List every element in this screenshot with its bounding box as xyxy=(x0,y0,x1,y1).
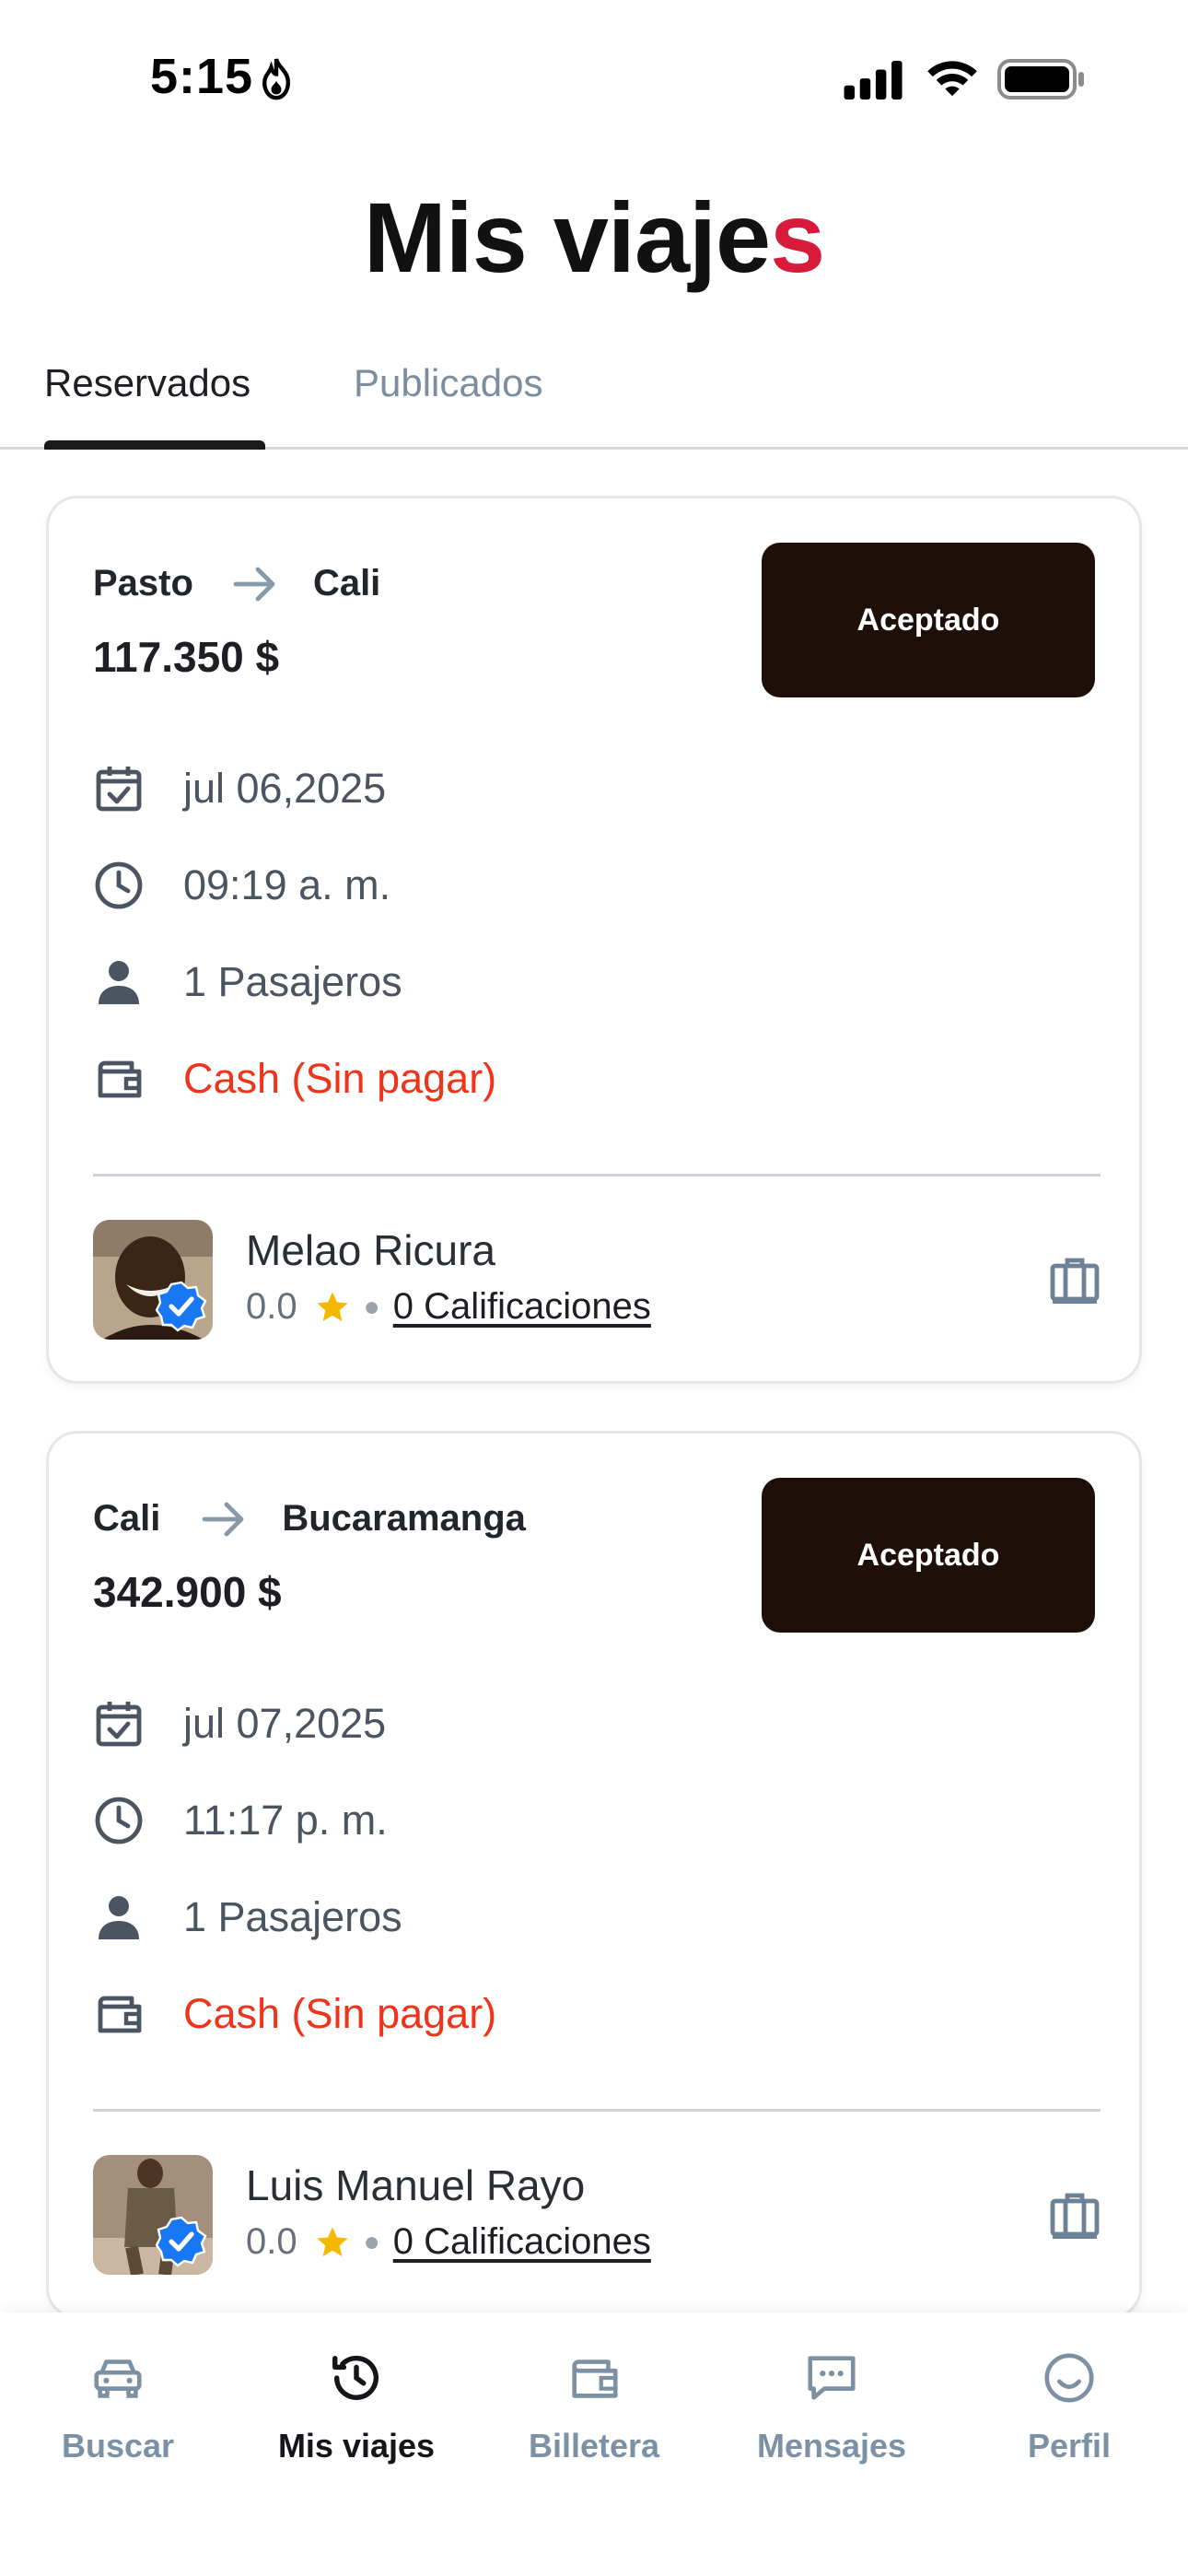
trip-passengers: 1 Pasajeros xyxy=(183,1893,402,1940)
trip-time: 11:17 p. m. xyxy=(183,1797,388,1844)
trip-payment-status: Cash (Sin pagar) xyxy=(183,1990,497,2037)
calendar-check-icon xyxy=(96,767,142,812)
nav-label: Mis viajes xyxy=(277,2427,436,2465)
divider xyxy=(93,1174,1101,1177)
trip-origin: Cali xyxy=(93,1498,161,1539)
trip-card[interactable]: Cali Bucaramanga 342.900 $ Aceptado jul … xyxy=(46,1431,1142,2319)
status-bar: 5:15 xyxy=(0,0,1188,157)
person-icon xyxy=(99,1896,139,1939)
clock-icon xyxy=(95,1797,143,1844)
wallet-icon xyxy=(98,1996,142,2033)
cellular-signal-icon xyxy=(844,61,903,100)
person-icon xyxy=(99,961,139,1004)
trip-payment-status: Cash (Sin pagar) xyxy=(183,1055,497,1102)
car-icon xyxy=(94,2359,142,2398)
trip-card[interactable]: Pasto Cali 117.350 $ Aceptado jul 06,202… xyxy=(46,496,1142,1384)
page-title: Mis viajes xyxy=(0,180,1188,295)
status-badge[interactable]: Aceptado xyxy=(762,1478,1095,1633)
trip-passengers-row: 1 Pasajeros xyxy=(93,1890,402,1945)
driver-info[interactable]: Luis Manuel Rayo 0.0 ● 0 Calificaciones xyxy=(93,2155,1101,2275)
trip-passengers-row: 1 Pasajeros xyxy=(93,954,402,1010)
wallet-icon xyxy=(572,2359,618,2398)
driver-name: Luis Manuel Rayo xyxy=(246,2161,586,2209)
nav-label: Buscar xyxy=(61,2427,175,2465)
separator-dot: ● xyxy=(363,2226,380,2257)
driver-rating: 0.0 ● 0 Calificaciones xyxy=(246,2221,651,2263)
driver-info[interactable]: Melao Ricura 0.0 ● 0 Calificaciones xyxy=(93,1220,1101,1340)
wifi-icon xyxy=(927,61,977,97)
trip-destination: Bucaramanga xyxy=(282,1498,526,1539)
trip-origin: Pasto xyxy=(93,563,193,603)
trip-price: 117.350 $ xyxy=(93,633,280,681)
tab-reservados[interactable]: Reservados xyxy=(44,361,250,405)
calendar-check-icon xyxy=(96,1702,142,1747)
flame-icon xyxy=(262,58,291,100)
nav-item-buscar[interactable]: Buscar xyxy=(17,2349,219,2465)
message-icon xyxy=(808,2356,856,2400)
history-icon xyxy=(332,2355,379,2400)
active-tab-indicator xyxy=(44,440,265,450)
page-title-accent: s xyxy=(770,181,825,293)
trip-payment-row: Cash (Sin pagar) xyxy=(93,1051,496,1107)
luggage-icon[interactable] xyxy=(1049,2192,1101,2240)
nav-item-mensajes[interactable]: Mensajes xyxy=(730,2349,933,2465)
nav-item-perfil[interactable]: Perfil xyxy=(968,2349,1171,2465)
nav-label: Perfil xyxy=(1027,2427,1112,2465)
trip-payment-row: Cash (Sin pagar) xyxy=(93,1986,496,2042)
luggage-icon[interactable] xyxy=(1049,1257,1101,1305)
tab-publicados[interactable]: Publicados xyxy=(354,361,542,405)
trip-date-row: jul 07,2025 xyxy=(93,1696,386,1751)
trip-time: 09:19 a. m. xyxy=(183,861,391,908)
rating-value: 0.0 xyxy=(246,1286,297,1327)
status-badge[interactable]: Aceptado xyxy=(762,543,1095,697)
nav-item-mis-viajes[interactable]: Mis viajes xyxy=(255,2349,458,2465)
verified-badge-icon xyxy=(156,1281,207,1332)
trip-time-row: 11:17 p. m. xyxy=(93,1793,388,1848)
battery-icon xyxy=(997,59,1084,100)
star-icon xyxy=(316,1291,348,1321)
reviews-link[interactable]: 0 Calificaciones xyxy=(393,1286,651,1328)
trip-destination: Cali xyxy=(312,563,381,603)
arrow-right-icon xyxy=(233,567,275,601)
smile-icon xyxy=(1044,2353,1094,2403)
star-icon xyxy=(316,2226,348,2256)
trip-date-row: jul 06,2025 xyxy=(93,761,386,816)
trip-passengers: 1 Pasajeros xyxy=(183,958,402,1005)
tab-bar: Reservados Publicados xyxy=(0,341,1188,450)
divider xyxy=(93,2109,1101,2112)
trip-time-row: 09:19 a. m. xyxy=(93,858,390,913)
bottom-nav: Buscar Mis viajes Billetera Mensajes Per… xyxy=(0,2313,1188,2576)
wallet-icon xyxy=(98,1060,142,1098)
nav-item-billetera[interactable]: Billetera xyxy=(493,2349,695,2465)
clock-icon xyxy=(95,861,143,909)
trip-price: 342.900 $ xyxy=(93,1568,282,1616)
arrow-right-icon xyxy=(202,1502,244,1536)
reviews-link[interactable]: 0 Calificaciones xyxy=(393,2221,651,2263)
driver-name: Melao Ricura xyxy=(246,1226,495,1274)
nav-label: Billetera xyxy=(528,2427,660,2465)
trip-route: Cali Bucaramanga xyxy=(93,1498,526,1540)
nav-label: Mensajes xyxy=(756,2427,907,2465)
page-title-main: Mis viaje xyxy=(363,181,771,293)
status-time: 5:15 xyxy=(150,49,254,104)
trip-date: jul 06,2025 xyxy=(183,765,387,812)
trip-date: jul 07,2025 xyxy=(183,1700,387,1747)
verified-badge-icon xyxy=(156,2216,207,2267)
rating-value: 0.0 xyxy=(246,2221,297,2262)
driver-rating: 0.0 ● 0 Calificaciones xyxy=(246,1286,651,1328)
separator-dot: ● xyxy=(363,1291,380,1322)
trip-route: Pasto Cali xyxy=(93,563,380,604)
